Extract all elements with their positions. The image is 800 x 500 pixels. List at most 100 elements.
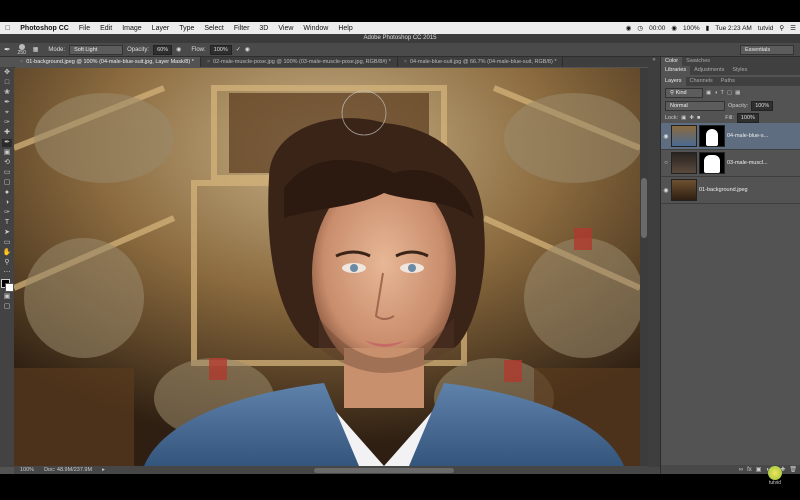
horizontal-scrollbar[interactable] [14,467,640,473]
filter-shape-icon[interactable]: ▢ [727,90,732,96]
layer-row[interactable]: ◉ 01-background.jpeg [661,177,800,204]
layer-mask-thumbnail[interactable] [699,125,725,147]
move-tool-icon[interactable]: ✥ [2,69,12,77]
clock-icon[interactable]: ◷ [637,24,643,32]
hand-tool-icon[interactable]: ✋ [2,249,12,257]
lock-pixels-icon[interactable]: ▣ [681,115,686,121]
pressure-opacity-icon[interactable]: ◉ [176,46,181,53]
layer-name[interactable]: 01-background.jpeg [699,187,748,193]
search-icon[interactable]: ⚲ [779,24,784,32]
menu-3d[interactable]: 3D [254,25,273,32]
airbrush-icon[interactable]: ✓ [236,46,241,53]
menu-list-icon[interactable]: ☰ [790,24,796,32]
filter-smart-icon[interactable]: ▦ [735,90,740,96]
type-tool-icon[interactable]: T [2,219,12,227]
menu-window[interactable]: Window [298,25,333,32]
user-name[interactable]: tutvid [758,25,774,32]
menu-edit[interactable]: Edit [95,25,117,32]
battery-icon[interactable]: ▮ [706,24,710,32]
history-brush-tool-icon[interactable]: ⟲ [2,159,12,167]
vertical-scroll-thumb[interactable] [641,178,647,238]
menu-filter[interactable]: Filter [229,25,255,32]
tab-styles[interactable]: Styles [728,66,751,75]
pen-tool-icon[interactable]: ✑ [2,209,12,217]
blend-mode-select[interactable]: Normal [665,101,725,111]
fx-icon[interactable]: fx [747,467,752,473]
brush-preset-picker[interactable]: 250 [15,43,29,56]
filter-adjustment-icon[interactable]: ◑ [714,90,717,96]
workspace-select[interactable]: Essentials [740,44,794,55]
menu-select[interactable]: Select [199,25,228,32]
tab-layers[interactable]: Layers [661,77,686,86]
menu-type[interactable]: Type [174,25,199,32]
close-icon[interactable]: × [20,59,23,65]
stamp-tool-icon[interactable]: ▣ [2,149,12,157]
layer-name[interactable]: 03-male-muscl... [727,160,768,166]
brush-tool-icon[interactable]: ✒ [4,45,11,54]
blur-tool-icon[interactable]: ● [2,189,12,197]
lasso-tool-icon[interactable]: ❀ [2,89,12,97]
filter-type-icon[interactable]: T [721,90,724,96]
eyedropper-tool-icon[interactable]: ✑ [2,119,12,127]
lock-position-icon[interactable]: ✚ [689,115,694,121]
mode-select[interactable]: Soft Light [69,44,124,55]
brush-panel-icon[interactable]: ▦ [33,46,39,53]
delete-layer-icon[interactable]: 🗑 [789,466,797,473]
gradient-tool-icon[interactable]: ▢ [2,179,12,187]
document-tab-2[interactable]: × 02-male-muscle-pose.jpg @ 100% (03-male… [201,57,398,67]
opacity-input[interactable]: 60% [153,44,173,55]
tab-swatches[interactable]: Swatches [682,57,714,66]
app-menu[interactable]: Photoshop CC [15,25,74,32]
color-swatches[interactable] [1,279,14,292]
link-layers-icon[interactable]: ∞ [739,467,743,473]
quick-mask-icon[interactable]: ▣ [2,293,12,301]
record-icon[interactable]: ◉ [626,24,632,32]
visibility-eye-icon[interactable]: ◉ [661,187,671,194]
brush-tool-icon[interactable]: ✒ [2,139,12,147]
dodge-tool-icon[interactable]: ◑ [2,199,12,207]
visibility-eye-icon[interactable]: ◉ [661,133,671,140]
tab-channels[interactable]: Channels [686,77,717,86]
lock-all-icon[interactable]: ■ [697,115,700,121]
background-color-swatch[interactable] [5,283,14,292]
layer-opacity-input[interactable]: 100% [751,101,774,111]
layer-row[interactable]: ◉ 04-male-blue-s... [661,123,800,150]
crop-tool-icon[interactable]: ⌖ [2,109,12,117]
layer-mask-thumbnail[interactable] [699,152,725,174]
fill-input[interactable]: 100% [736,113,759,123]
layer-row[interactable]: ○ 03-male-muscl... [661,150,800,177]
path-select-tool-icon[interactable]: ➤ [2,229,12,237]
flow-input[interactable]: 100% [209,44,232,55]
apple-menu-icon[interactable]:  [0,25,15,32]
menu-help[interactable]: Help [333,25,357,32]
filter-pixel-icon[interactable]: ▣ [706,90,711,96]
menu-view[interactable]: View [273,25,298,32]
visibility-eye-icon[interactable]: ○ [661,160,671,166]
menu-file[interactable]: File [74,25,95,32]
kind-filter-select[interactable]: ⚲ Kind [665,88,703,98]
tab-paths[interactable]: Paths [717,77,739,86]
document-tab-3[interactable]: × 04-male-blue-suit.jpg @ 66.7% (04-male-… [398,57,564,67]
menu-layer[interactable]: Layer [147,25,175,32]
quick-select-tool-icon[interactable]: ✒ [2,99,12,107]
more-tools-icon[interactable]: ⋯ [2,269,12,277]
horizontal-scroll-thumb[interactable] [314,468,454,473]
document-canvas[interactable] [14,68,640,466]
eraser-tool-icon[interactable]: ▭ [2,169,12,177]
menu-image[interactable]: Image [117,25,146,32]
collapse-icon[interactable]: » [648,57,660,63]
document-tab-1[interactable]: × 01-background.jpeg @ 100% (04-male-blue… [14,57,201,67]
vertical-scrollbar[interactable] [640,68,648,466]
wifi-icon[interactable]: ◉ [671,24,677,32]
layer-name[interactable]: 04-male-blue-s... [727,133,768,139]
close-icon[interactable]: × [404,59,407,65]
close-icon[interactable]: × [207,59,210,65]
datetime[interactable]: Tue 2:23 AM [715,25,752,32]
tab-libraries[interactable]: Libraries [661,66,691,75]
healing-tool-icon[interactable]: ✚ [2,129,12,137]
add-mask-icon[interactable]: ▣ [756,466,762,473]
tab-color[interactable]: Color [661,57,683,66]
screen-mode-icon[interactable]: ▢ [2,303,12,311]
tab-adjustments[interactable]: Adjustments [690,66,728,75]
shape-tool-icon[interactable]: ▭ [2,239,12,247]
